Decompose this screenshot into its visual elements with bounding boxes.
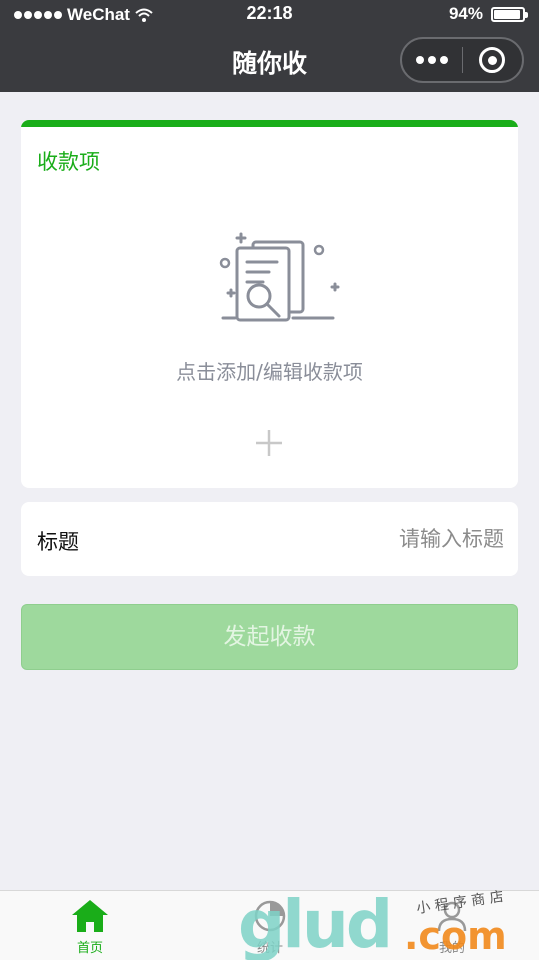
more-button[interactable] bbox=[402, 56, 462, 64]
plus-icon[interactable] bbox=[254, 428, 284, 458]
add-edit-hint: 点击添加/编辑收款项 bbox=[176, 360, 363, 384]
payment-items-card[interactable]: 收款项 点击添加/编辑收款项 bbox=[21, 120, 518, 488]
document-search-icon bbox=[219, 232, 340, 322]
close-button[interactable] bbox=[462, 47, 522, 73]
card-accent-bar bbox=[21, 120, 518, 127]
status-right: 94% bbox=[448, 4, 528, 24]
tab-home[interactable]: 首页 bbox=[30, 897, 150, 956]
tab-bar: 首页 统计 我的 bbox=[0, 890, 539, 960]
more-dot-icon bbox=[439, 56, 448, 64]
title-row: 标题 bbox=[21, 502, 518, 576]
start-collection-button[interactable]: 发起收款 bbox=[21, 604, 518, 670]
more-dot-icon bbox=[427, 56, 436, 64]
tab-label-stats: 统计 bbox=[256, 941, 283, 956]
battery-fill bbox=[494, 9, 521, 19]
tab-label-mine: 我的 bbox=[438, 941, 465, 956]
tab-stats[interactable]: 统计 bbox=[210, 897, 330, 956]
battery-icon bbox=[491, 6, 528, 22]
user-icon bbox=[437, 901, 467, 932]
battery-percent: 94% bbox=[448, 4, 483, 23]
navigation-bar: 随你收 bbox=[0, 30, 539, 92]
card-title: 收款项 bbox=[37, 150, 100, 174]
mini-program-capsule bbox=[400, 37, 524, 83]
tab-mine[interactable]: 我的 bbox=[392, 897, 512, 956]
title-input[interactable] bbox=[244, 520, 504, 558]
stats-icon bbox=[254, 900, 286, 932]
home-icon bbox=[72, 900, 108, 932]
close-target-icon bbox=[479, 47, 506, 73]
tab-label-home: 首页 bbox=[76, 941, 103, 956]
status-bar: WeChat 22:18 94% bbox=[0, 0, 539, 30]
more-dot-icon bbox=[415, 56, 424, 64]
title-label: 标题 bbox=[37, 530, 79, 554]
